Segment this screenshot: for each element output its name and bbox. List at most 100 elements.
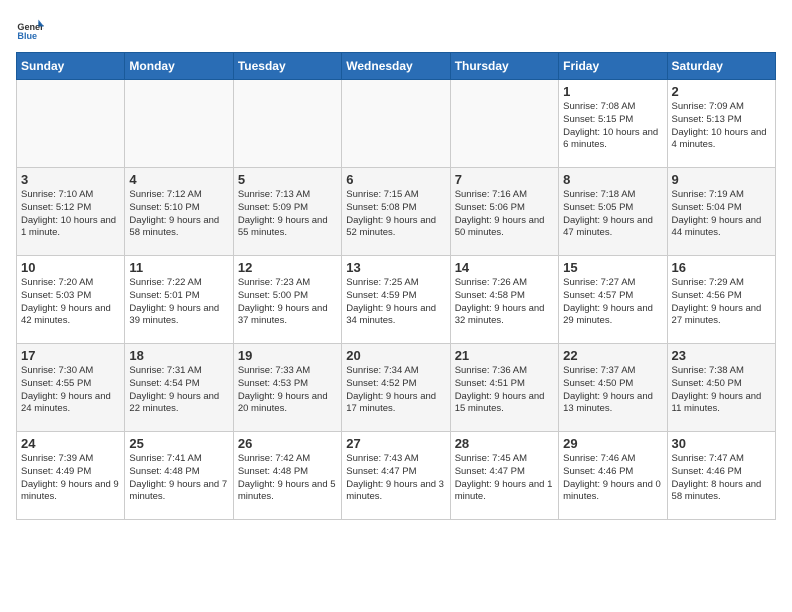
calendar-cell: 11Sunrise: 7:22 AM Sunset: 5:01 PM Dayli… [125,256,233,344]
day-info: Sunrise: 7:27 AM Sunset: 4:57 PM Dayligh… [563,277,662,328]
day-info: Sunrise: 7:23 AM Sunset: 5:00 PM Dayligh… [238,277,337,328]
column-header-thursday: Thursday [450,53,558,80]
day-number: 4 [129,172,228,187]
day-info: Sunrise: 7:12 AM Sunset: 5:10 PM Dayligh… [129,189,228,240]
day-info: Sunrise: 7:18 AM Sunset: 5:05 PM Dayligh… [563,189,662,240]
calendar-cell [342,80,450,168]
calendar-cell: 2 Sunrise: 7:09 AM Sunset: 5:13 PM Daylig… [667,80,775,168]
day-number: 2 [672,84,771,99]
day-info: Sunrise: 7:47 AM Sunset: 4:46 PM Dayligh… [672,453,771,504]
calendar-cell [233,80,341,168]
day-info: Sunrise: 7:25 AM Sunset: 4:59 PM Dayligh… [346,277,445,328]
calendar-cell: 20 Sunrise: 7:34 AM Sunset: 4:52 PM Dayli… [342,344,450,432]
calendar-table: SundayMondayTuesdayWednesdayThursdayFrid… [16,52,776,520]
day-number: 19 [238,348,337,363]
day-info: Sunrise: 7:29 AM Sunset: 4:56 PM Dayligh… [672,277,771,328]
calendar-cell: 18 Sunrise: 7:31 AM Sunset: 4:54 PM Dayli… [125,344,233,432]
logo: General Blue [16,16,44,44]
day-info: Sunrise: 7:09 AM Sunset: 5:13 PM Dayligh… [672,101,771,152]
calendar-cell: 5 Sunrise: 7:13 AM Sunset: 5:09 PM Daylig… [233,168,341,256]
calendar-cell: 27Sunrise: 7:43 AM Sunset: 4:47 PM Dayli… [342,432,450,520]
day-number: 22 [563,348,662,363]
day-info: Sunrise: 7:26 AM Sunset: 4:58 PM Dayligh… [455,277,554,328]
day-number: 10 [21,260,120,275]
day-number: 20 [346,348,445,363]
calendar-cell: 12 Sunrise: 7:23 AM Sunset: 5:00 PM Dayli… [233,256,341,344]
calendar-cell: 29Sunrise: 7:46 AM Sunset: 4:46 PM Dayli… [559,432,667,520]
day-info: Sunrise: 7:37 AM Sunset: 4:50 PM Dayligh… [563,365,662,416]
calendar-cell: 4 Sunrise: 7:12 AM Sunset: 5:10 PM Daylig… [125,168,233,256]
calendar-week-2: 3 Sunrise: 7:10 AM Sunset: 5:12 PM Daylig… [17,168,776,256]
day-info: Sunrise: 7:42 AM Sunset: 4:48 PM Dayligh… [238,453,337,504]
calendar-body: 1 Sunrise: 7:08 AM Sunset: 5:15 PM Daylig… [17,80,776,520]
day-number: 9 [672,172,771,187]
calendar-cell: 22 Sunrise: 7:37 AM Sunset: 4:50 PM Dayli… [559,344,667,432]
day-number: 17 [21,348,120,363]
day-number: 1 [563,84,662,99]
day-number: 28 [455,436,554,451]
calendar-cell [450,80,558,168]
calendar-week-3: 10 Sunrise: 7:20 AM Sunset: 5:03 PM Dayli… [17,256,776,344]
calendar-cell: 15Sunrise: 7:27 AM Sunset: 4:57 PM Dayli… [559,256,667,344]
calendar-cell: 26 Sunrise: 7:42 AM Sunset: 4:48 PM Dayli… [233,432,341,520]
day-number: 21 [455,348,554,363]
day-info: Sunrise: 7:36 AM Sunset: 4:51 PM Dayligh… [455,365,554,416]
calendar-cell: 1 Sunrise: 7:08 AM Sunset: 5:15 PM Daylig… [559,80,667,168]
calendar-cell: 6 Sunrise: 7:15 AM Sunset: 5:08 PM Daylig… [342,168,450,256]
day-number: 11 [129,260,228,275]
calendar-cell: 10 Sunrise: 7:20 AM Sunset: 5:03 PM Dayli… [17,256,125,344]
day-info: Sunrise: 7:08 AM Sunset: 5:15 PM Dayligh… [563,101,662,152]
calendar-cell: 24 Sunrise: 7:39 AM Sunset: 4:49 PM Dayli… [17,432,125,520]
calendar-header-row: SundayMondayTuesdayWednesdayThursdayFrid… [17,53,776,80]
calendar-cell: 14 Sunrise: 7:26 AM Sunset: 4:58 PM Dayli… [450,256,558,344]
day-info: Sunrise: 7:39 AM Sunset: 4:49 PM Dayligh… [21,453,120,504]
calendar-week-1: 1 Sunrise: 7:08 AM Sunset: 5:15 PM Daylig… [17,80,776,168]
day-number: 8 [563,172,662,187]
column-header-tuesday: Tuesday [233,53,341,80]
day-info: Sunrise: 7:45 AM Sunset: 4:47 PM Dayligh… [455,453,554,504]
day-number: 24 [21,436,120,451]
column-header-sunday: Sunday [17,53,125,80]
calendar-cell: 17 Sunrise: 7:30 AM Sunset: 4:55 PM Dayli… [17,344,125,432]
day-info: Sunrise: 7:19 AM Sunset: 5:04 PM Dayligh… [672,189,771,240]
day-number: 3 [21,172,120,187]
calendar-cell: 3 Sunrise: 7:10 AM Sunset: 5:12 PM Daylig… [17,168,125,256]
day-info: Sunrise: 7:46 AM Sunset: 4:46 PM Dayligh… [563,453,662,504]
day-info: Sunrise: 7:16 AM Sunset: 5:06 PM Dayligh… [455,189,554,240]
column-header-wednesday: Wednesday [342,53,450,80]
day-number: 18 [129,348,228,363]
day-number: 6 [346,172,445,187]
calendar-cell: 13 Sunrise: 7:25 AM Sunset: 4:59 PM Dayli… [342,256,450,344]
day-number: 30 [672,436,771,451]
day-number: 5 [238,172,337,187]
day-number: 16 [672,260,771,275]
day-number: 23 [672,348,771,363]
calendar-cell: 25Sunrise: 7:41 AM Sunset: 4:48 PM Dayli… [125,432,233,520]
calendar-cell: 23Sunrise: 7:38 AM Sunset: 4:50 PM Dayli… [667,344,775,432]
calendar-cell: 8 Sunrise: 7:18 AM Sunset: 5:05 PM Daylig… [559,168,667,256]
day-info: Sunrise: 7:15 AM Sunset: 5:08 PM Dayligh… [346,189,445,240]
day-number: 26 [238,436,337,451]
day-number: 27 [346,436,445,451]
svg-text:Blue: Blue [17,31,37,41]
day-info: Sunrise: 7:10 AM Sunset: 5:12 PM Dayligh… [21,189,120,240]
day-number: 7 [455,172,554,187]
day-info: Sunrise: 7:20 AM Sunset: 5:03 PM Dayligh… [21,277,120,328]
calendar-cell: 30 Sunrise: 7:47 AM Sunset: 4:46 PM Dayli… [667,432,775,520]
calendar-cell: 9 Sunrise: 7:19 AM Sunset: 5:04 PM Daylig… [667,168,775,256]
calendar-cell [125,80,233,168]
column-header-saturday: Saturday [667,53,775,80]
column-header-friday: Friday [559,53,667,80]
day-info: Sunrise: 7:34 AM Sunset: 4:52 PM Dayligh… [346,365,445,416]
day-number: 12 [238,260,337,275]
calendar-cell: 28 Sunrise: 7:45 AM Sunset: 4:47 PM Dayli… [450,432,558,520]
day-number: 13 [346,260,445,275]
calendar-cell: 21 Sunrise: 7:36 AM Sunset: 4:51 PM Dayli… [450,344,558,432]
day-info: Sunrise: 7:30 AM Sunset: 4:55 PM Dayligh… [21,365,120,416]
calendar-cell: 19Sunrise: 7:33 AM Sunset: 4:53 PM Dayli… [233,344,341,432]
day-info: Sunrise: 7:13 AM Sunset: 5:09 PM Dayligh… [238,189,337,240]
calendar-week-4: 17 Sunrise: 7:30 AM Sunset: 4:55 PM Dayli… [17,344,776,432]
day-number: 14 [455,260,554,275]
calendar-cell: 16 Sunrise: 7:29 AM Sunset: 4:56 PM Dayli… [667,256,775,344]
day-info: Sunrise: 7:31 AM Sunset: 4:54 PM Dayligh… [129,365,228,416]
